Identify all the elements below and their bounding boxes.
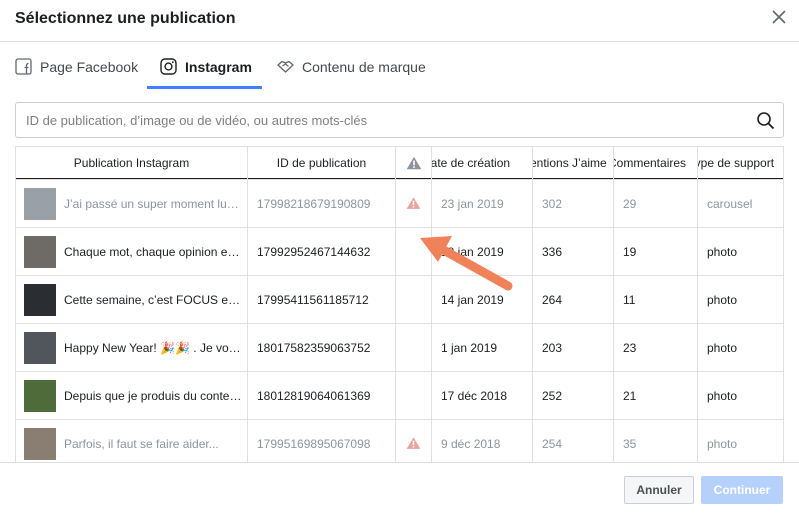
table-header: Publication Instagram ID de publication … [16,147,783,179]
cell-comments: 21 [614,372,698,420]
cell-likes: 302 [533,180,614,228]
column-header-media-type[interactable]: Type de support [698,147,783,179]
cell-comments: 29 [614,180,698,228]
cell-likes: 264 [533,276,614,324]
cell-post-id: 17995411561185712 [248,276,396,324]
cell-post-id: 18012819064061369 [248,372,396,420]
continue-button[interactable]: Continuer [701,476,783,504]
table-row[interactable]: Depuis que je produis du conten... 180128… [16,372,783,420]
cell-warning [396,228,432,276]
post-thumbnail [24,284,56,316]
cell-post-id: 18017582359063752 [248,324,396,372]
table-row[interactable]: Happy New Year! 🎉🎉 . Je vou... 1801758235… [16,324,783,372]
table-row[interactable]: Parfois, il faut se faire aider... 179951… [16,420,783,462]
tab-label: Contenu de marque [302,58,426,75]
dialog-footer: Annuler Continuer [0,462,799,515]
post-caption: Chaque mot, chaque opinion et c... [64,245,242,259]
column-header-comments[interactable]: Commentaires [614,147,698,179]
cell-comments: 23 [614,324,698,372]
column-header-publication[interactable]: Publication Instagram [16,147,248,179]
table-row[interactable]: Chaque mot, chaque opinion et c... 179929… [16,228,783,276]
handshake-icon [277,60,294,73]
cell-post-id: 17995169895067098 [248,420,396,462]
cell-publication: Parfois, il faut se faire aider... [16,420,248,462]
cell-likes: 254 [533,420,614,462]
active-tab-indicator [147,86,262,89]
cell-post-id: 17992952467144632 [248,228,396,276]
dialog-title: Sélectionnez une publication [15,10,236,27]
column-header-likes[interactable]: Mentions J’aime [533,147,614,179]
table-row[interactable]: J’ai passé un super moment lund... 179982… [16,180,783,228]
cell-publication: Depuis que je produis du conten... [16,372,248,420]
cell-media-type: photo [707,389,738,403]
cell-date: 9 déc 2018 [432,420,533,462]
cell-likes: 203 [533,324,614,372]
post-thumbnail [24,236,56,268]
cell-post-id: 17998218679190809 [248,180,396,228]
cell-publication: Cette semaine, c’est FOCUS et H... [16,276,248,324]
post-thumbnail [24,188,56,220]
posts-table: Publication Instagram ID de publication … [15,146,784,462]
tab-label: Instagram [185,58,252,75]
cell-media-type: carousel [707,197,753,211]
cell-date: 23 jan 2019 [432,180,533,228]
cell-media-type: photo [707,245,738,259]
cell-date: 14 jan 2019 [432,276,533,324]
cell-warning [396,276,432,324]
post-thumbnail [24,332,56,364]
table-row[interactable]: Cette semaine, c’est FOCUS et H... 179954… [16,276,783,324]
cell-publication: Happy New Year! 🎉🎉 . Je vou... [16,324,248,372]
post-caption: Cette semaine, c’est FOCUS et H... [64,293,242,307]
tab-contenu-de-marque[interactable]: Contenu de marque [277,43,426,90]
cell-publication: Chaque mot, chaque opinion et c... [16,228,248,276]
search-placeholder: ID de publication, d’image ou de vidéo, … [26,113,368,128]
post-caption: Parfois, il faut se faire aider... [64,437,219,451]
warning-icon [406,156,422,170]
cell-warning [396,372,432,420]
select-post-dialog: Sélectionnez une publication Page Facebo… [0,0,799,515]
cell-comments: 11 [614,276,698,324]
cell-media-type: photo [707,293,738,307]
instagram-icon [160,58,177,75]
dialog-header: Sélectionnez une publication [0,0,799,42]
cell-likes: 252 [533,372,614,420]
warning-icon [406,437,421,449]
post-thumbnail [24,428,56,460]
column-header-date[interactable]: Date de création [432,147,533,179]
facebook-icon [15,58,32,75]
post-caption: Depuis que je produis du conten... [64,389,242,403]
cancel-button[interactable]: Annuler [624,476,694,504]
column-header-warning[interactable] [396,147,432,179]
post-caption: J’ai passé un super moment lund... [64,197,242,211]
cell-media-type: photo [707,341,738,355]
cell-date: 18 jan 2019 [432,228,533,276]
cell-comments: 35 [614,420,698,462]
cell-date: 17 déc 2018 [432,372,533,420]
column-header-id[interactable]: ID de publication [248,147,396,179]
tab-page-facebook[interactable]: Page Facebook [15,43,138,90]
cell-likes: 336 [533,228,614,276]
search-icon[interactable] [756,111,775,130]
cell-publication: J’ai passé un super moment lund... [16,180,248,228]
tab-instagram[interactable]: Instagram [160,43,252,90]
post-caption: Happy New Year! 🎉🎉 . Je vou... [64,341,242,355]
cell-media-type: photo [707,437,738,451]
tab-bar: Page Facebook Instagram Contenu de marqu… [0,43,799,90]
cell-comments: 19 [614,228,698,276]
tab-label: Page Facebook [40,58,139,75]
cell-warning [396,324,432,372]
close-icon[interactable] [770,8,788,26]
search-input[interactable]: ID de publication, d’image ou de vidéo, … [15,102,784,138]
cell-warning [396,420,432,462]
cell-date: 1 jan 2019 [432,324,533,372]
post-thumbnail [24,380,56,412]
cell-warning [396,180,432,228]
warning-icon [406,197,421,209]
